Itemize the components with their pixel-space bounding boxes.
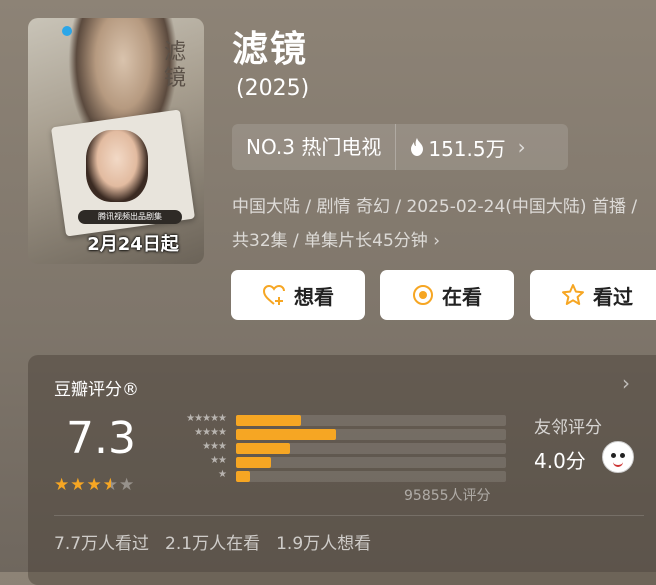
rating-bar-track: [236, 457, 506, 468]
want-to-watch-button[interactable]: 想看: [231, 270, 365, 320]
want-count: 1.9万人想看: [276, 534, 372, 554]
rating-bar-track: [236, 415, 506, 426]
rank-label: NO.3 热门电视: [232, 124, 397, 170]
rating-level-stars: ★★★: [202, 441, 227, 452]
poster-image[interactable]: 滤镜 腾讯视频出品剧集 2月24日起: [28, 18, 204, 264]
rating-bar-fill: [236, 443, 290, 454]
watched-button[interactable]: 看过: [530, 270, 656, 320]
chevron-right-icon: ›: [517, 135, 526, 159]
rating-star-icon: ★: [119, 475, 136, 495]
rating-bar-track: [236, 471, 506, 482]
rating-header: 豆瓣评分®: [54, 380, 139, 400]
friend-rating-score: 4.0分: [534, 449, 586, 473]
rating-star-icon: ★: [54, 475, 71, 495]
poster-calligraphy-title: 滤镜: [164, 40, 187, 91]
star-outline-icon: [562, 284, 584, 305]
avatar[interactable]: [602, 441, 634, 473]
rating-score: 7.3: [66, 413, 136, 464]
page-title: 滤镜: [232, 29, 309, 70]
rating-star-icon: ★: [86, 475, 103, 495]
rating-level-stars: ★★★★★: [186, 413, 227, 424]
rating-bar-row: ★★: [166, 455, 506, 469]
want-to-watch-label: 想看: [294, 284, 334, 309]
target-icon: [413, 285, 433, 305]
poster-actress-figure: [86, 130, 148, 202]
rating-bar-fill: [236, 415, 301, 426]
poster-producer-pill: 腾讯视频出品剧集: [78, 210, 182, 224]
rating-level-stars: ★★: [210, 455, 227, 466]
rating-star-icon: ★: [70, 475, 87, 495]
watch-stats: 7.7万人看过 2.1万人在看 1.9万人想看: [54, 529, 371, 554]
watching-label: 在看: [442, 284, 482, 309]
rating-bar-row: ★★★: [166, 441, 506, 455]
flame-icon: [411, 138, 424, 156]
movie-meta[interactable]: 中国大陆 / 剧情 奇幻 / 2025-02-24(中国大陆) 首播 / 共32…: [232, 190, 656, 258]
rating-count: 95855人评分: [404, 488, 491, 504]
rating-stars: ★★★★★: [54, 475, 135, 495]
poster-date-text: 2月24日起: [87, 234, 179, 255]
rating-bar-row: ★★★★★: [166, 413, 506, 427]
chevron-right-icon: ›: [433, 231, 441, 251]
rating-level-stars: ★: [218, 469, 227, 480]
rating-bar-fill: [236, 429, 336, 440]
heart-plus-icon: [262, 284, 285, 305]
rating-card[interactable]: 豆瓣评分® › 7.3 ★★★★★ ★★★★★ ★★★★ ★★★ ★★ ★ 95855人…: [28, 355, 656, 585]
rating-bar-fill: [236, 457, 272, 468]
friend-rating-label: 友邻评分: [534, 418, 602, 438]
rating-bar-track: [236, 429, 506, 440]
rating-bar-row: ★★★★: [166, 427, 506, 441]
rating-level-stars: ★★★★: [194, 427, 227, 438]
watched-label: 看过: [593, 284, 633, 309]
rating-bar-fill: [236, 471, 250, 482]
rating-star-icon: ★: [102, 475, 119, 495]
watching-button[interactable]: 在看: [380, 270, 514, 320]
watched-count: 7.7万人看过: [54, 534, 150, 554]
rating-bar-track: [236, 443, 506, 454]
release-year: (2025): [236, 76, 310, 101]
rank-bar[interactable]: NO.3 热门电视 151.5万 ›: [232, 124, 568, 170]
chevron-right-icon[interactable]: ›: [622, 371, 630, 395]
rating-bar-row: ★: [166, 469, 506, 483]
watching-count: 2.1万人在看: [165, 534, 261, 554]
divider: [54, 515, 644, 516]
heat-value: 151.5万: [428, 136, 506, 161]
heat-indicator: 151.5万 ›: [396, 133, 526, 162]
